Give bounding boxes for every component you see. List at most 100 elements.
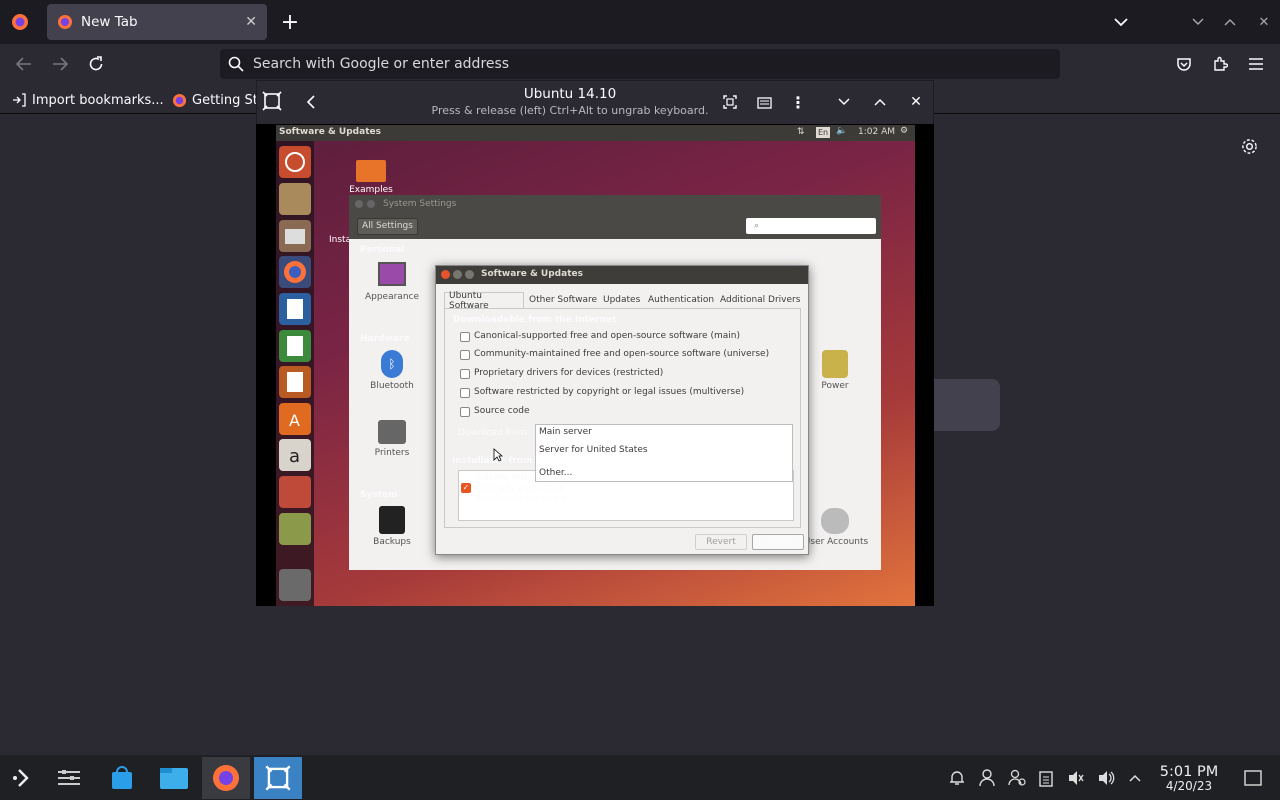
svg-text:a: a	[289, 446, 300, 467]
dialog-close-icon[interactable]	[441, 270, 450, 279]
revert-button[interactable]: Revert	[695, 534, 747, 550]
tab-updates[interactable]: Updates	[603, 292, 640, 308]
dialog-title: Software & Updates	[481, 269, 583, 279]
tab-authentication[interactable]: Authentication	[648, 292, 714, 308]
checkbox-source-code[interactable]	[460, 407, 470, 417]
all-settings-button[interactable]: All Settings	[357, 218, 418, 235]
session-gear-icon[interactable]: ⚙	[900, 126, 908, 136]
back-icon[interactable]	[12, 54, 36, 74]
firefox-view-icon[interactable]	[8, 10, 32, 34]
top-panel-clock[interactable]: 1:02 AM	[858, 127, 895, 137]
maximize-window-icon[interactable]	[1220, 12, 1240, 32]
notifications-icon[interactable]	[946, 768, 968, 788]
keyboard-layout-indicator[interactable]: En	[816, 127, 831, 138]
bookmark-getting-started-label: Getting St	[192, 92, 258, 108]
discover-icon[interactable]	[100, 757, 144, 799]
close-window-icon[interactable]: ✕	[1254, 12, 1274, 32]
volume-icon[interactable]	[1095, 768, 1117, 788]
dialog-maximize-icon[interactable]	[465, 270, 474, 279]
ss-title: System Settings	[383, 199, 457, 209]
tab-other-software[interactable]: Other Software	[529, 292, 597, 308]
backups-icon[interactable]	[379, 506, 405, 534]
trash-icon[interactable]	[279, 569, 311, 601]
software-center-icon[interactable]: A	[279, 403, 311, 435]
ss-minimize-icon[interactable]	[367, 200, 375, 208]
list-all-tabs-icon[interactable]	[1110, 10, 1132, 34]
ss-close-icon[interactable]	[355, 200, 363, 208]
system-settings-icon[interactable]	[279, 476, 311, 508]
clipboard-icon[interactable]	[1035, 768, 1057, 788]
appearance-icon[interactable]	[378, 262, 406, 286]
option-universe-label: Community-maintained free and open-sourc…	[474, 349, 770, 359]
examples-folder-icon[interactable]	[356, 160, 386, 182]
reload-icon[interactable]	[84, 53, 108, 75]
dialog-minimize-icon[interactable]	[453, 270, 462, 279]
page-settings-icon[interactable]	[1238, 135, 1260, 157]
vm-minimize-icon[interactable]	[834, 92, 854, 112]
application-launcher-icon[interactable]	[0, 757, 44, 799]
vm-task-icon[interactable]	[254, 757, 302, 799]
checkbox-restricted[interactable]	[460, 369, 470, 379]
close-button[interactable]: Close	[752, 534, 804, 550]
bookmark-getting-started[interactable]: Getting St	[172, 91, 258, 109]
system-settings-task-icon[interactable]	[47, 757, 91, 799]
dolphin-icon[interactable]	[152, 757, 196, 799]
network-icon[interactable]: ⇅	[797, 127, 805, 137]
vm-back-icon[interactable]	[300, 92, 320, 112]
user-icon[interactable]	[976, 768, 998, 788]
dropdown-item-main-server[interactable]: Main server	[539, 427, 592, 437]
mic-muted-icon[interactable]	[1065, 768, 1087, 788]
fullscreen-icon[interactable]	[720, 92, 740, 112]
bookmark-import-label: Import bookmarks...	[32, 92, 164, 108]
checkbox-main[interactable]	[460, 332, 470, 342]
close-tab-icon[interactable]: ✕	[245, 14, 257, 30]
top-panel-app-name: Software & Updates	[279, 127, 381, 137]
user-accounts-icon[interactable]	[821, 508, 849, 534]
tab-additional-drivers[interactable]: Additional Drivers	[720, 292, 800, 308]
tab-new-tab[interactable]: New Tab ✕	[47, 4, 267, 40]
user-switch-icon[interactable]	[1006, 768, 1028, 788]
dropdown-item-us-server[interactable]: Server for United States	[539, 445, 648, 455]
tab-ubuntu-software[interactable]: Ubuntu Software	[444, 291, 524, 311]
tray-expand-icon[interactable]	[1124, 768, 1146, 788]
vm-more-icon[interactable]: ⋮	[788, 92, 808, 112]
show-desktop-icon[interactable]	[1242, 768, 1264, 788]
bluetooth-icon[interactable]: ᛒ	[381, 350, 403, 378]
power-icon[interactable]	[822, 350, 848, 378]
vm-maximize-icon[interactable]	[870, 92, 890, 112]
sound-icon[interactable]: 🔈	[836, 126, 847, 136]
new-tab-button[interactable]: +	[278, 10, 302, 35]
dropdown-item-other[interactable]: Other...	[539, 468, 572, 478]
software-updates-icon[interactable]	[279, 513, 311, 545]
menu-icon[interactable]	[1244, 54, 1268, 74]
vm-close-icon[interactable]: ✕	[906, 92, 926, 112]
writer-icon[interactable]	[279, 293, 311, 325]
cdrom-line1: Officially supported	[476, 484, 564, 494]
ubuntu-top-panel: Software & Updates ⇅ En 🔈 1:02 AM ⚙	[276, 125, 915, 141]
firefox-icon	[58, 15, 72, 29]
dash-home-icon[interactable]	[279, 146, 311, 178]
impress-icon[interactable]	[279, 366, 311, 398]
taskbar-time[interactable]: 5:01 PM	[1152, 764, 1226, 780]
checkbox-multiverse[interactable]	[460, 388, 470, 398]
files-icon[interactable]	[279, 220, 311, 252]
extensions-icon[interactable]	[1208, 54, 1232, 74]
installer-icon[interactable]	[279, 183, 311, 215]
forward-icon[interactable]	[48, 54, 72, 74]
printers-icon[interactable]	[378, 420, 406, 444]
firefox-launcher-icon[interactable]	[279, 256, 311, 288]
taskbar-date[interactable]: 4/20/23	[1152, 779, 1226, 793]
calc-icon[interactable]	[279, 330, 311, 362]
pocket-icon[interactable]	[1172, 54, 1196, 74]
ss-search-input[interactable]: ⌕	[746, 218, 876, 234]
bookmark-import[interactable]: Import bookmarks...	[12, 91, 164, 109]
firefox-task-icon[interactable]	[202, 757, 250, 799]
minimize-window-icon[interactable]	[1188, 12, 1208, 32]
checkbox-cdrom[interactable]: ✓	[461, 483, 471, 493]
amazon-icon[interactable]: a	[279, 439, 311, 471]
checkbox-universe[interactable]	[460, 350, 470, 360]
vm-title: Ubuntu 14.10	[523, 86, 617, 102]
user-accounts-label: User Accounts	[803, 537, 869, 547]
keyboard-icon[interactable]	[754, 92, 774, 112]
url-bar[interactable]: Search with Google or enter address	[220, 49, 1060, 79]
